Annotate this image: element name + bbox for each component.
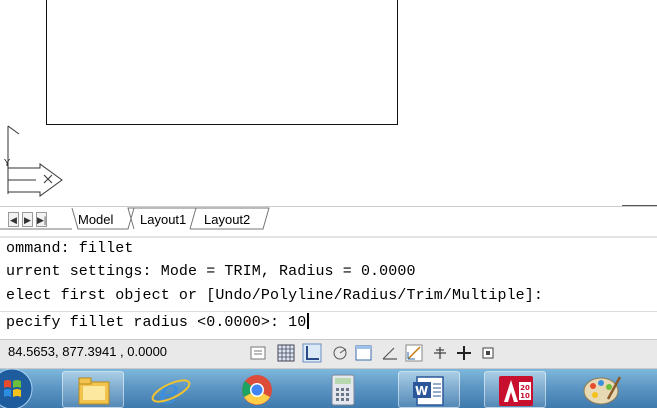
internet-explorer-icon: e <box>151 372 191 408</box>
ortho-icon[interactable] <box>302 343 322 363</box>
taskbar-calculator[interactable] <box>312 371 374 408</box>
svg-text:20: 20 <box>520 384 530 392</box>
command-history-line: elect first object or [Undo/Polyline/Rad… <box>6 287 543 304</box>
next-layout-button[interactable]: ▶| <box>36 212 47 227</box>
text-cursor <box>307 313 310 329</box>
command-history-line: urrent settings: Mode = TRIM, Radius = 0… <box>6 263 416 280</box>
svg-text:W: W <box>415 384 428 398</box>
lineweight-icon[interactable] <box>430 343 450 363</box>
calculator-icon <box>331 374 355 406</box>
otrack-icon[interactable] <box>380 343 400 363</box>
start-orb-icon[interactable] <box>0 369 46 408</box>
grid-icon[interactable] <box>276 343 296 363</box>
taskbar-word[interactable]: W <box>398 371 460 408</box>
ucs-icon: Y <box>3 125 63 197</box>
prev-layout-button[interactable]: ▶ <box>22 212 33 227</box>
autocad-icon: 20 10 <box>499 376 533 406</box>
word-icon: W <box>413 376 444 406</box>
svg-text:10: 10 <box>520 392 530 400</box>
taskbar-autocad[interactable]: 20 10 <box>484 371 546 408</box>
object-snap-icon[interactable] <box>354 343 374 363</box>
svg-text:e: e <box>159 372 179 408</box>
dynamic-ucs-icon[interactable] <box>404 343 424 363</box>
command-input[interactable]: pecify fillet radius <0.0000>: 10 <box>6 313 310 331</box>
file-explorer-icon <box>78 377 110 405</box>
properties-icon[interactable] <box>478 343 498 363</box>
polar-icon[interactable] <box>330 343 350 363</box>
chrome-icon <box>242 375 272 405</box>
svg-text:Y: Y <box>3 158 11 169</box>
taskbar-chrome[interactable] <box>226 371 288 408</box>
command-input-value[interactable]: 10 <box>288 314 306 331</box>
first-layout-button[interactable]: ◀ <box>8 212 19 227</box>
cross-icon[interactable] <box>454 343 474 363</box>
command-prompt: pecify fillet radius <0.0000>: <box>6 314 289 331</box>
command-separator <box>0 311 657 312</box>
quick-view-icon[interactable] <box>248 343 268 363</box>
drawn-rectangle <box>46 0 398 125</box>
command-history-line: ommand: fillet <box>6 240 134 257</box>
drawing-canvas[interactable]: Y <box>0 0 657 206</box>
coordinate-readout: 84.5653, 877.3941 , 0.0000 <box>8 344 168 359</box>
taskbar-paint[interactable] <box>570 371 632 408</box>
tab-layout2[interactable]: Layout2 <box>204 210 250 230</box>
tab-model[interactable]: Model <box>78 210 113 230</box>
taskbar-internet-explorer[interactable]: e <box>140 371 202 408</box>
paint-icon <box>583 376 622 405</box>
tab-layout1[interactable]: Layout1 <box>140 210 186 230</box>
taskbar-file-explorer[interactable] <box>62 371 124 408</box>
